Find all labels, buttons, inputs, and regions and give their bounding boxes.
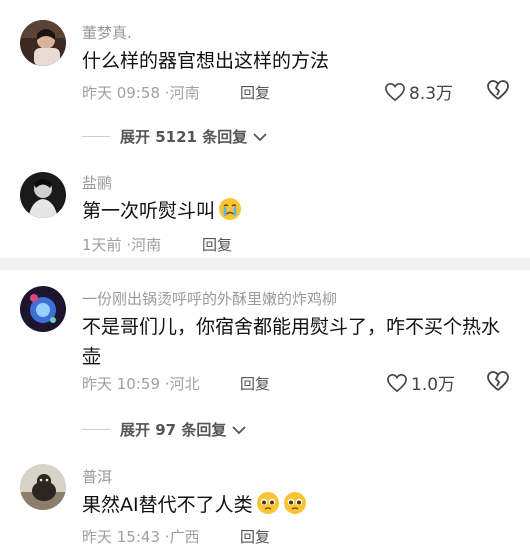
username[interactable]: 盐鹂: [82, 172, 112, 193]
heart-icon: [387, 373, 407, 392]
comment-text: 不是哥们儿，你宿舍都能用熨斗了，咋不买个热水壶: [82, 316, 501, 368]
username[interactable]: 普洱: [82, 466, 112, 487]
expand-replies-button[interactable]: 展开 5121 条回复: [82, 126, 267, 147]
comment-text: 果然AI替代不了人类: [82, 490, 502, 520]
location: 河南: [131, 236, 162, 254]
comment-meta: 1天前 ·河南: [82, 234, 161, 255]
comment-text: 什么样的器官想出这样的方法: [82, 50, 330, 72]
comment-meta: 昨天 09:58 ·河南: [82, 82, 200, 103]
comment-panel-1: 董梦真. 什么样的器官想出这样的方法 昨天 09:58 ·河南 回复 8.3万 …: [0, 0, 530, 258]
comment-text-body: 果然AI替代不了人类: [82, 494, 253, 516]
reply-button[interactable]: 回复: [240, 373, 270, 394]
reply-button[interactable]: 回复: [202, 234, 232, 255]
heart-icon: [385, 82, 405, 101]
broken-heart-icon[interactable]: [486, 370, 510, 392]
timestamp: 昨天 10:59: [82, 375, 160, 393]
comment-meta: 昨天 10:59 ·河北: [82, 373, 200, 394]
expand-replies-button[interactable]: 展开 97 条回复: [82, 419, 246, 440]
divider: [82, 429, 110, 430]
pleading-face-icon: [256, 492, 279, 514]
expand-replies-label: 展开 5121 条回复: [120, 128, 248, 146]
pleading-face-icon: [283, 492, 306, 514]
timestamp: 昨天 09:58: [82, 84, 160, 102]
like-button[interactable]: 8.3万: [384, 79, 453, 104]
comment-text-body: 第一次听熨斗叫: [82, 200, 216, 222]
reply-button[interactable]: 回复: [240, 82, 270, 103]
comment-meta: 昨天 15:43 ·广西: [82, 526, 200, 547]
like-button[interactable]: 1.0万: [386, 370, 455, 395]
avatar[interactable]: [20, 464, 66, 510]
avatar[interactable]: [20, 172, 66, 218]
location: 河南: [169, 84, 200, 102]
divider: [82, 136, 110, 137]
broken-heart-icon[interactable]: [486, 79, 510, 101]
like-count: 8.3万: [409, 84, 454, 104]
avatar[interactable]: [20, 20, 66, 66]
location: 河北: [169, 375, 200, 393]
username[interactable]: 一份刚出锅烫呼呼的外酥里嫩的炸鸡柳: [82, 288, 337, 309]
comment-text: 第一次听熨斗叫: [82, 196, 502, 226]
chevron-down-icon: [232, 425, 246, 434]
timestamp: 昨天 15:43: [82, 528, 160, 546]
crying-face-icon: [219, 198, 242, 220]
username[interactable]: 董梦真.: [82, 22, 132, 43]
comment-panel-2: 一份刚出锅烫呼呼的外酥里嫩的炸鸡柳 不是哥们儿，你宿舍都能用熨斗了，咋不买个热水…: [0, 270, 530, 556]
location: 广西: [169, 528, 200, 546]
like-count: 1.0万: [411, 375, 456, 395]
avatar[interactable]: [20, 286, 66, 332]
chevron-down-icon: [253, 132, 267, 141]
expand-replies-label: 展开 97 条回复: [120, 421, 227, 439]
timestamp: 1天前: [82, 236, 122, 254]
section-divider: [0, 258, 530, 270]
reply-button[interactable]: 回复: [240, 526, 270, 547]
